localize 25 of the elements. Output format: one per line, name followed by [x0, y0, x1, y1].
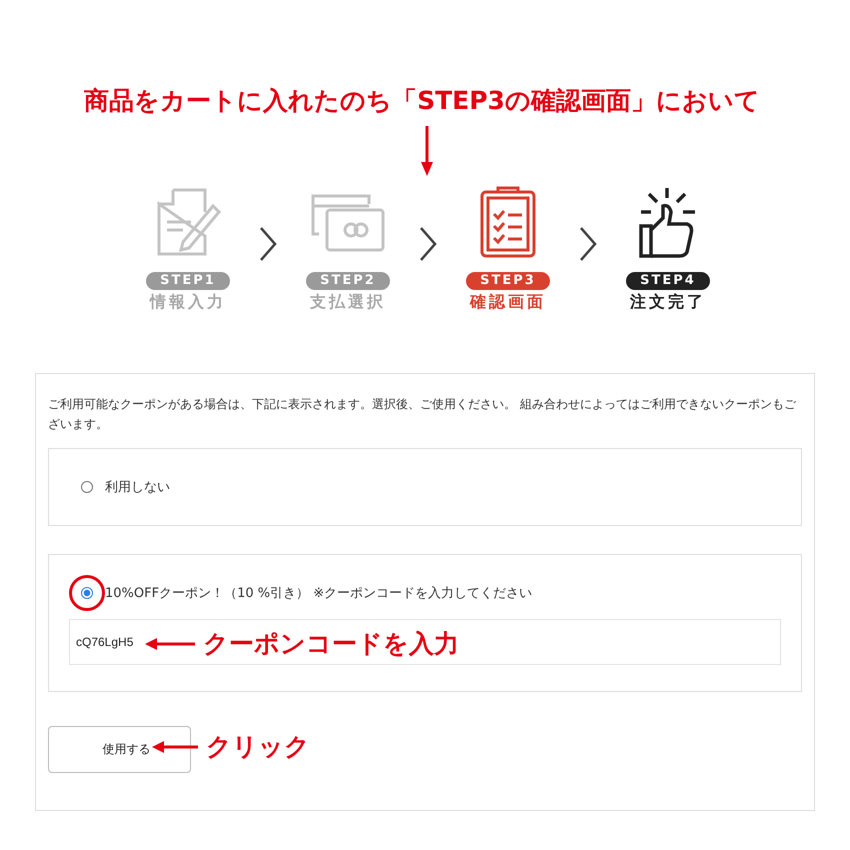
radio-button[interactable]: [81, 587, 93, 599]
annotation-text: クーポンコードを入力: [203, 628, 459, 660]
option-label: 利用しない: [105, 479, 170, 496]
left-arrow: [152, 740, 198, 752]
down-arrow: [420, 126, 434, 176]
step-badge: STEP4: [626, 272, 710, 290]
step-label: 注文完了: [630, 292, 706, 313]
annotation-text: クリック: [206, 731, 310, 763]
highlight-circle: [69, 575, 105, 611]
step-label: 情報入力: [150, 292, 226, 313]
step-badge: STEP2: [306, 272, 390, 290]
left-arrow: [145, 638, 195, 650]
option-label: 10%OFFクーポン！（10 %引き） ※クーポンコードを入力してください: [105, 585, 532, 602]
chevron-icon: [418, 226, 438, 262]
clipboard-icon: [478, 186, 538, 258]
step-badge: STEP3: [466, 272, 550, 290]
annotation-heading: 商品をカートに入れたのち「STEP3の確認画面」において: [84, 85, 760, 117]
chevron-icon: [258, 226, 278, 262]
use-button[interactable]: 使用する: [48, 726, 191, 773]
radio-button[interactable]: [81, 481, 93, 493]
step-badge: STEP1: [146, 272, 230, 290]
chevron-icon: [578, 226, 598, 262]
step-label: 支払選択: [310, 292, 386, 313]
notice-text: ご利用可能なクーポンがある場合は、下記に表示されます。選択後、ご使用ください。 組み合わせによってはご利用できないクーポンもございます。: [48, 396, 797, 433]
step-label: 確認画面: [470, 292, 546, 313]
